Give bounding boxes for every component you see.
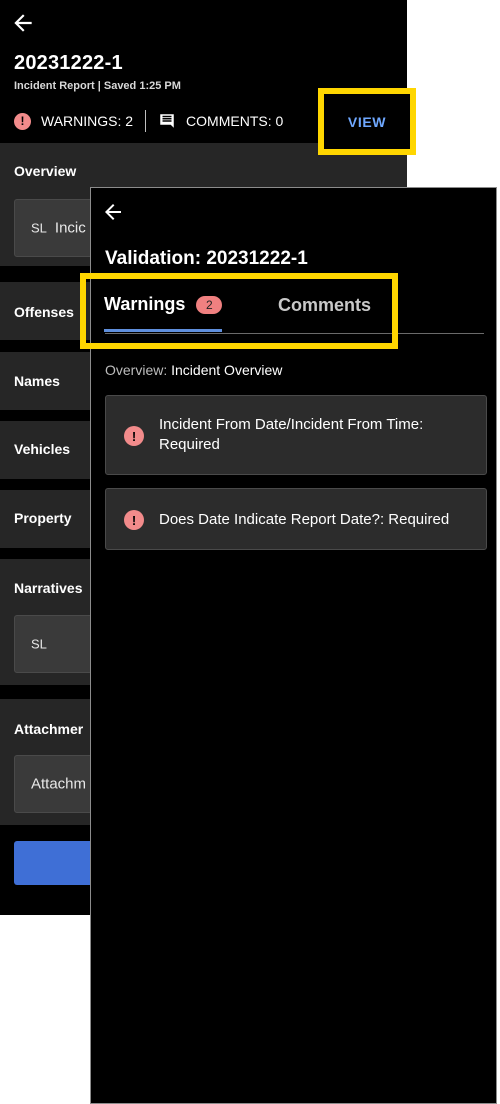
overview-field-prefix: SL (31, 220, 47, 236)
warnings-count-badge: 2 (196, 295, 223, 314)
narratives-field-prefix: SL (31, 636, 47, 652)
warning-card[interactable]: ! Does Date Indicate Report Date?: Requi… (105, 488, 487, 550)
overview-field-value: Incic (54, 219, 86, 237)
validation-title: Validation: 20231222-1 (105, 248, 308, 269)
overview-group-name: Incident Overview (171, 362, 283, 378)
warning-text: Does Date Indicate Report Date?: Require… (159, 511, 450, 528)
offenses-section-label: Offenses (14, 304, 74, 320)
active-tab-indicator (104, 329, 222, 332)
report-subtitle: Incident Report | Saved 1:25 PM (14, 80, 181, 92)
view-button[interactable]: VIEW (324, 94, 410, 149)
overview-group-prefix: Overview: (105, 362, 172, 378)
report-title: 20231222-1 (14, 52, 123, 74)
status-divider (145, 110, 147, 132)
warning-icon: ! (14, 112, 31, 130)
vehicles-section-label: Vehicles (14, 441, 71, 457)
warning-icon: ! (124, 426, 144, 446)
names-section-label: Names (14, 373, 60, 389)
overview-group-heading: Overview: Incident Overview (105, 362, 282, 378)
comments-count-label[interactable]: COMMENTS: 0 (186, 113, 283, 129)
warnings-count-label[interactable]: WARNINGS: 2 (41, 113, 133, 129)
tab-warnings[interactable]: Warnings 2 (104, 294, 223, 315)
warning-icon: ! (124, 510, 144, 530)
comment-icon (160, 114, 174, 128)
attachments-section-label: Attachmer (14, 721, 84, 737)
tab-warnings-label: Warnings (104, 294, 186, 314)
status-row: ! WARNINGS: 2 COMMENTS: 0 (14, 110, 283, 132)
overview-section-label: Overview (14, 163, 77, 179)
warning-text: Incident From Date/Incident From Time: R… (159, 416, 424, 453)
overview-field-text: SL Incic (31, 220, 86, 237)
back-arrow-icon[interactable] (10, 10, 36, 36)
validation-back-arrow-icon[interactable] (101, 200, 125, 224)
narratives-section-label: Narratives (14, 580, 83, 596)
view-button-highlight: VIEW (318, 88, 416, 155)
attachments-field-text: Attachm (31, 775, 87, 793)
tabs-divider (105, 333, 484, 334)
property-section-label: Property (14, 510, 72, 526)
validation-panel: Validation: 20231222-1 Overview: Inciden… (90, 187, 497, 1104)
tab-comments[interactable]: Comments (278, 295, 371, 316)
warning-card[interactable]: ! Incident From Date/Incident From Time:… (105, 395, 487, 475)
